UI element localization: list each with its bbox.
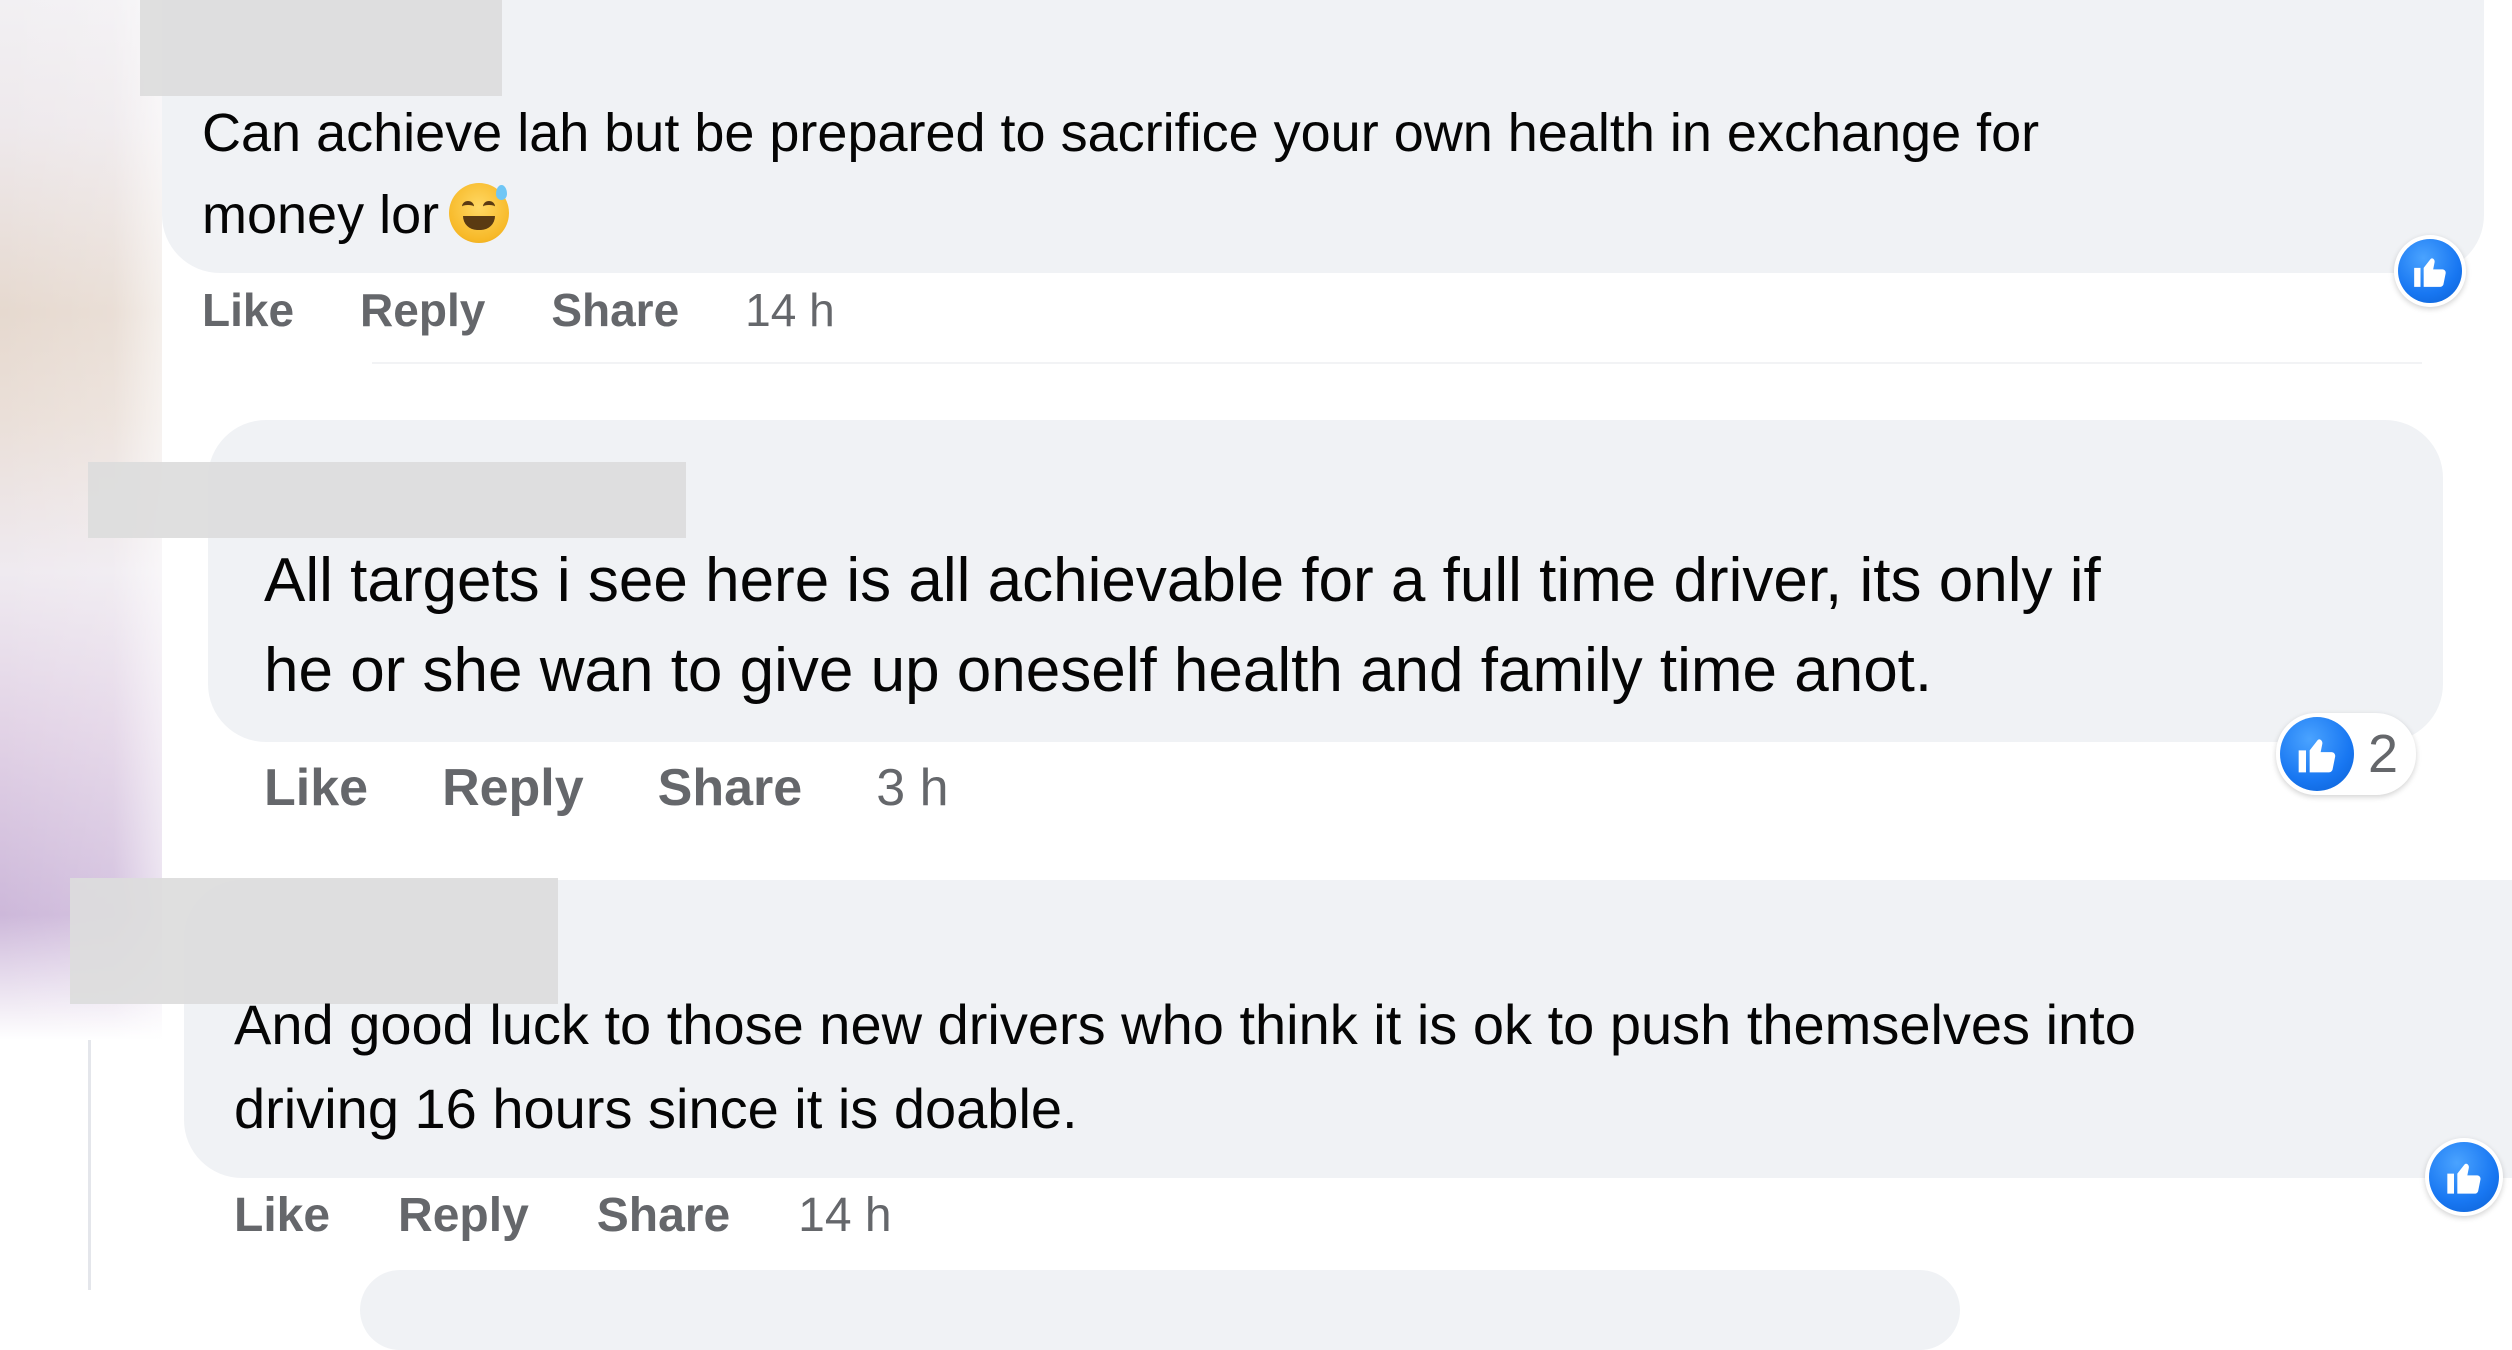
comment-actions: Like Reply Share 14 h (202, 283, 835, 337)
redacted-author-name (140, 0, 502, 96)
like-button[interactable]: Like (234, 1188, 330, 1243)
share-button[interactable]: Share (551, 283, 679, 337)
reaction-badge[interactable] (2425, 1138, 2503, 1216)
comment-text-line: driving 16 hours since it is doable. (234, 1077, 1078, 1140)
reply-button[interactable]: Reply (398, 1188, 529, 1243)
divider (372, 362, 2422, 364)
reply-button[interactable]: Reply (360, 283, 485, 337)
reply-button[interactable]: Reply (442, 758, 584, 818)
thumbs-up-icon (2398, 239, 2462, 303)
comment-text: Can achieve lah but be prepared to sacri… (202, 92, 2462, 256)
thumbs-up-icon (2429, 1142, 2499, 1212)
reaction-badge[interactable] (2394, 235, 2466, 307)
comment-timestamp[interactable]: 14 h (745, 283, 835, 337)
comment-actions: Like Reply Share 3 h (264, 758, 949, 818)
next-comment-bubble-partial (360, 1270, 1960, 1350)
comment-text-line: Can achieve lah but be prepared to sacri… (202, 103, 2040, 163)
reaction-count: 2 (2368, 724, 2399, 784)
comment-timestamp[interactable]: 14 h (798, 1188, 891, 1243)
like-button[interactable]: Like (264, 758, 368, 818)
comment-text-line: All targets i see here is all achievable… (264, 546, 2101, 615)
comment-text-line: he or she wan to give up oneself health … (264, 636, 1933, 705)
share-button[interactable]: Share (597, 1188, 730, 1243)
comment-text-line: And good luck to those new drivers who t… (234, 993, 2136, 1056)
comment-timestamp[interactable]: 3 h (876, 758, 948, 818)
comment-text: And good luck to those new drivers who t… (234, 983, 2504, 1151)
redacted-author-name (88, 462, 686, 538)
share-button[interactable]: Share (658, 758, 803, 818)
thumbs-up-icon (2280, 717, 2354, 791)
comment-actions: Like Reply Share 14 h (234, 1188, 892, 1243)
comment-text-line: money lor (202, 185, 440, 245)
reply-thread-line (88, 1040, 91, 1290)
like-button[interactable]: Like (202, 283, 294, 337)
comment-text: All targets i see here is all achievable… (264, 536, 2434, 716)
reaction-badge[interactable]: 2 (2276, 713, 2417, 795)
grinning-face-with-sweat-emoji (449, 183, 510, 243)
